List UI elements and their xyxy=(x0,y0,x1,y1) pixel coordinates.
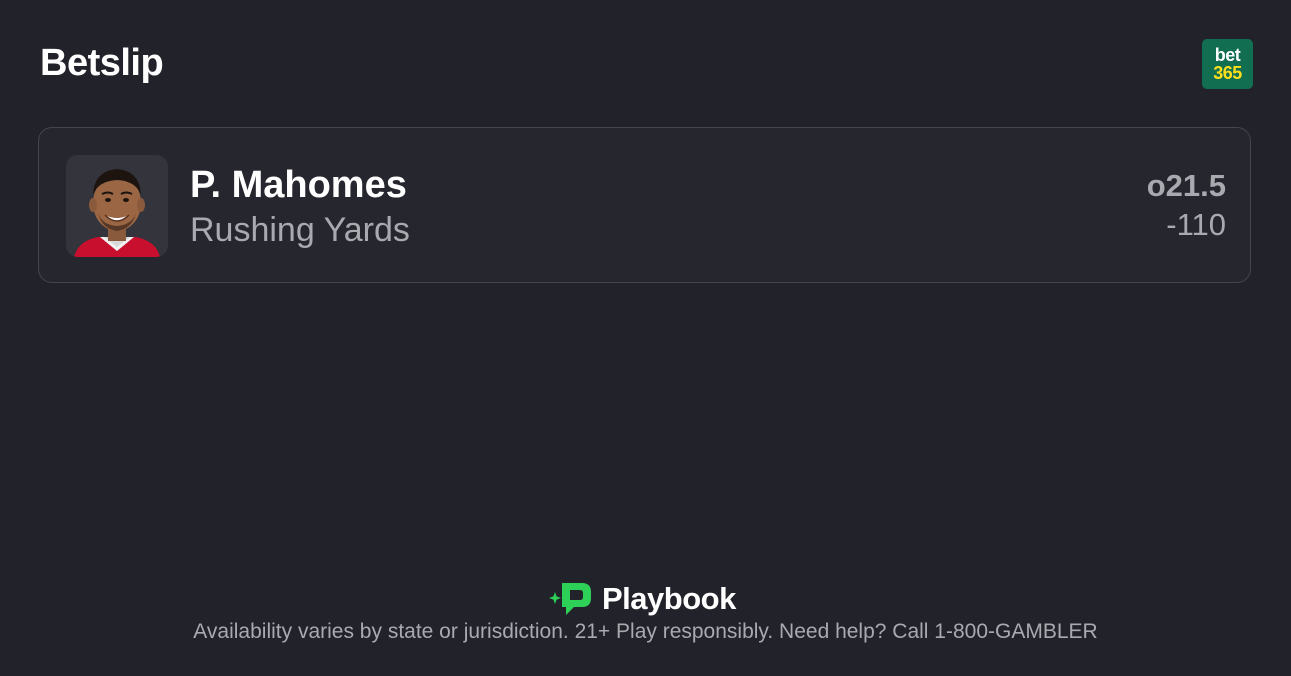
bet-line: o21.5 xyxy=(1146,168,1226,203)
market-name: Rushing Yards xyxy=(190,211,410,249)
playbook-logo: Playbook xyxy=(548,581,736,617)
bet-card[interactable]: P. Mahomes Rushing Yards o21.5 -110 xyxy=(38,127,1251,283)
responsible-gambling-disclaimer: Availability varies by state or jurisdic… xyxy=(193,620,1098,643)
bet-odds: -110 xyxy=(1166,207,1226,242)
page-title: Betslip xyxy=(40,42,164,84)
sportsbook-logo-line2: 365 xyxy=(1213,63,1242,83)
sportsbook-logo-line1: bet xyxy=(1214,45,1241,65)
playbook-logo-icon xyxy=(549,583,591,615)
player-avatar xyxy=(66,155,168,257)
player-headshot-icon xyxy=(66,155,168,257)
playbook-logo-text: Playbook xyxy=(602,581,736,616)
player-name: P. Mahomes xyxy=(190,164,407,206)
sportsbook-logo: bet 365 xyxy=(1202,39,1253,89)
